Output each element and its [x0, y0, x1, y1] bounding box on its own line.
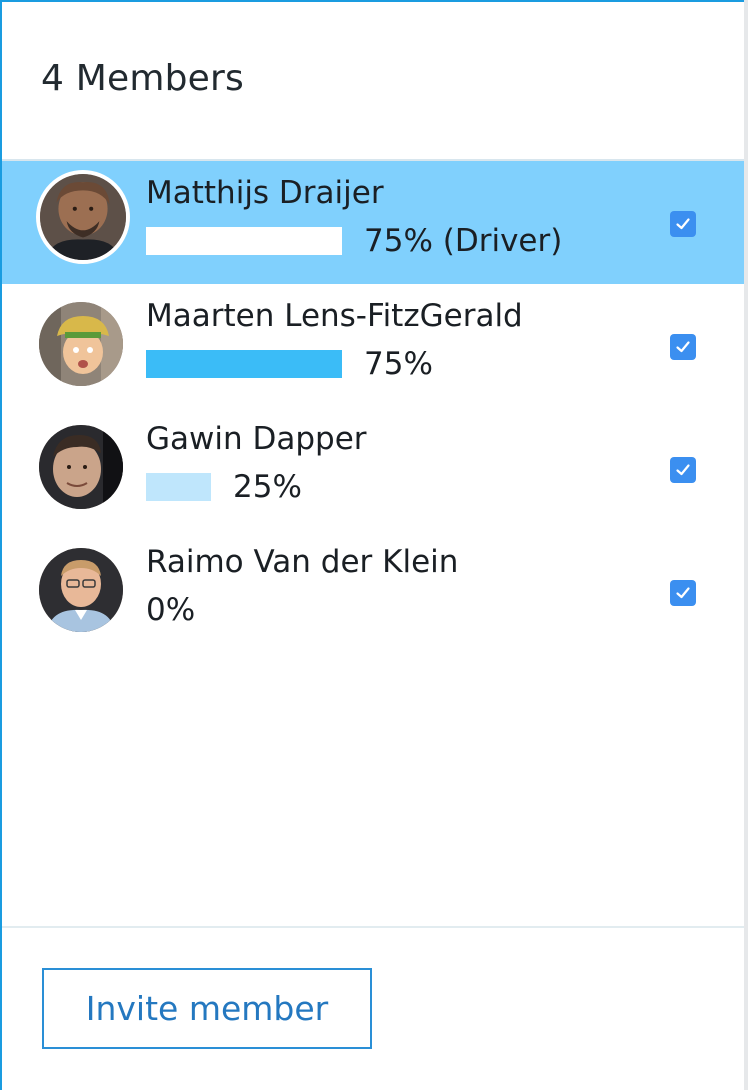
avatar — [36, 170, 130, 264]
members-panel: 4 Members Matthijs Draijer 75% (Driver) — [0, 0, 744, 1090]
share-bar — [146, 473, 211, 501]
checkmark-icon — [676, 587, 690, 599]
footer-divider — [2, 926, 744, 928]
panel-header: 4 Members — [2, 2, 744, 161]
member-row-gawin[interactable]: Gawin Dapper 25% — [2, 407, 744, 530]
avatar-photo-maarten — [39, 302, 123, 386]
avatar-photo-raimo — [39, 548, 123, 632]
panel-edge — [744, 0, 748, 1090]
member-name: Maarten Lens-FitzGerald — [146, 298, 523, 334]
member-row-maarten[interactable]: Maarten Lens-FitzGerald 75% — [2, 284, 744, 407]
share-percentage: 25% — [233, 469, 302, 505]
share-bar — [146, 350, 342, 378]
share-percentage: 0% — [146, 592, 196, 628]
share-row: 75% (Driver) — [146, 223, 562, 259]
avatar-photo-gawin — [39, 425, 123, 509]
checkmark-icon — [676, 218, 690, 230]
member-name: Matthijs Draijer — [146, 175, 384, 211]
avatar — [39, 302, 123, 386]
avatar-photo-matthijs — [40, 174, 126, 260]
checkmark-icon — [676, 341, 690, 353]
member-row-matthijs[interactable]: Matthijs Draijer 75% (Driver) — [2, 161, 744, 284]
members-count-title: 4 Members — [41, 58, 244, 99]
member-name: Raimo Van der Klein — [146, 544, 459, 580]
member-checkbox[interactable] — [670, 457, 696, 483]
member-checkbox[interactable] — [670, 211, 696, 237]
share-bar — [146, 227, 342, 255]
share-percentage: 75% — [364, 346, 433, 382]
avatar — [39, 548, 123, 632]
member-name: Gawin Dapper — [146, 421, 367, 457]
checkmark-icon — [676, 464, 690, 476]
invite-member-button[interactable]: Invite member — [42, 968, 372, 1049]
member-row-raimo[interactable]: Raimo Van der Klein 0% — [2, 530, 744, 653]
avatar — [39, 425, 123, 509]
share-row: 25% — [146, 469, 302, 505]
share-row: 75% — [146, 346, 433, 382]
member-checkbox[interactable] — [670, 580, 696, 606]
share-percentage: 75% (Driver) — [364, 223, 563, 259]
member-list: Matthijs Draijer 75% (Driver) Maarten Le… — [2, 161, 744, 653]
member-checkbox[interactable] — [670, 334, 696, 360]
share-row: 0% — [146, 592, 195, 628]
